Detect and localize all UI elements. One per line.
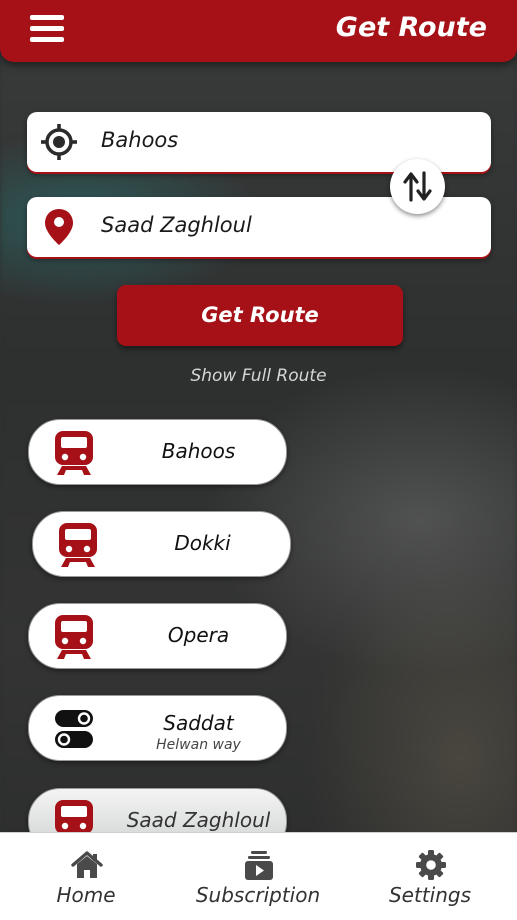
- metro-train-icon: [55, 615, 93, 659]
- station-item-opera[interactable]: Opera: [28, 603, 287, 669]
- home-icon: [71, 851, 103, 878]
- line-change-toggle-icon: [55, 710, 93, 748]
- nav-subscription[interactable]: Subscription: [172, 833, 344, 920]
- nav-settings-label: Settings: [388, 883, 472, 907]
- station-name: Bahoos: [161, 439, 236, 463]
- station-subtitle: Helwan way: [156, 737, 241, 753]
- station-name: Dokki: [174, 531, 231, 555]
- app-header: Get Route: [0, 0, 517, 62]
- subscription-icon: [245, 851, 273, 880]
- show-full-route-link[interactable]: Show Full Route: [0, 366, 517, 386]
- from-station-value: Bahoos: [101, 128, 179, 152]
- bottom-navigation: Home Subscription Settings: [0, 832, 517, 920]
- nav-subscription-label: Subscription: [195, 883, 321, 907]
- nav-home[interactable]: Home: [0, 833, 172, 920]
- station-item-saddat[interactable]: Saddat Helwan way: [28, 695, 287, 761]
- station-name: Saad Zaghloul: [126, 808, 271, 832]
- gear-icon: [416, 850, 446, 880]
- swap-vertical-arrows-icon: [403, 171, 432, 202]
- metro-train-icon: [55, 431, 93, 475]
- metro-train-icon: [59, 523, 97, 567]
- map-pin-icon: [45, 209, 73, 245]
- station-item-bahoos[interactable]: Bahoos: [28, 419, 287, 485]
- station-name: Saddat: [163, 711, 234, 735]
- swap-stations-button[interactable]: [390, 159, 445, 214]
- hamburger-menu-icon[interactable]: [30, 13, 64, 45]
- location-target-icon: [41, 124, 77, 160]
- get-route-button[interactable]: Get Route: [117, 285, 403, 346]
- nav-home-label: Home: [56, 883, 116, 907]
- page-title: Get Route: [335, 12, 487, 43]
- nav-settings[interactable]: Settings: [344, 833, 516, 920]
- to-station-value: Saad Zaghloul: [101, 213, 252, 237]
- station-item-dokki[interactable]: Dokki: [32, 511, 291, 577]
- station-name: Opera: [167, 623, 230, 647]
